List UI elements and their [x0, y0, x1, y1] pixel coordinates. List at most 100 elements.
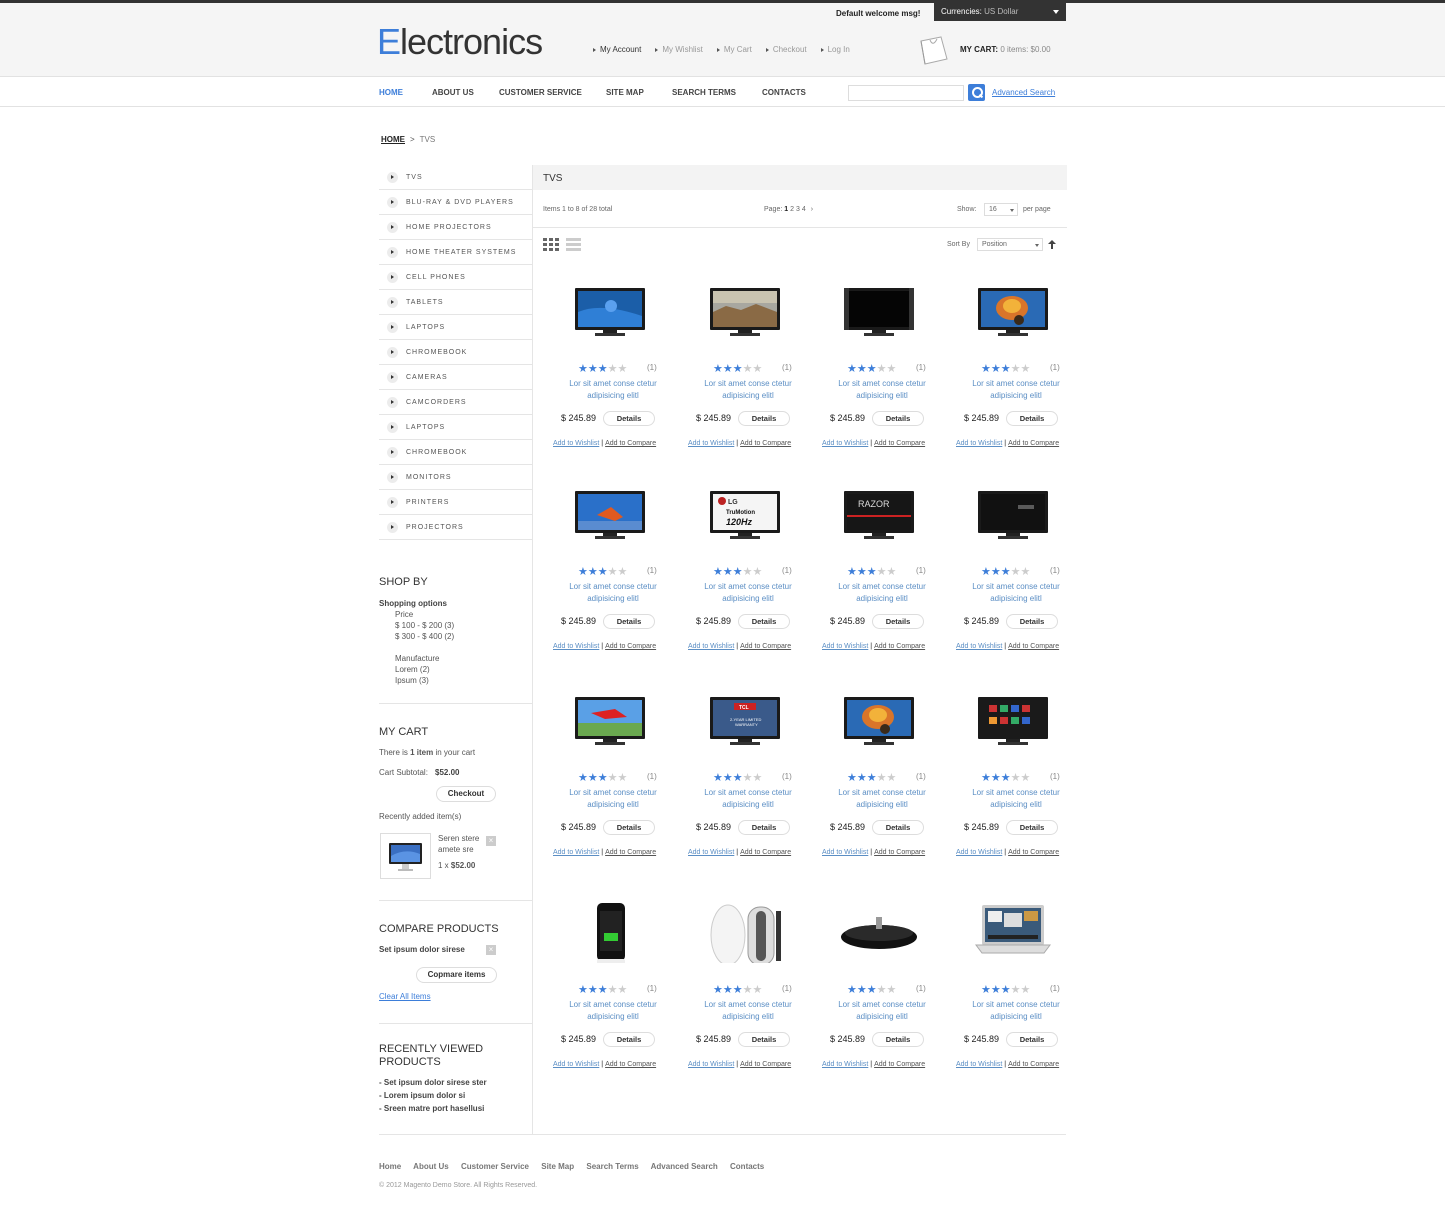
details-button[interactable]: Details: [603, 614, 655, 629]
product-card[interactable]: ★★★★★ (1) Lor sit amet conse ctetur adipisi…: [674, 270, 808, 470]
remove-icon[interactable]: ×: [486, 836, 496, 846]
review-count[interactable]: (1): [1050, 566, 1060, 575]
product-name[interactable]: Lor sit amet conse ctetur adipisicing eli…: [950, 787, 1082, 811]
category-item[interactable]: CHROMEBOOK: [379, 440, 532, 465]
remove-icon[interactable]: ×: [486, 945, 496, 955]
add-to-wishlist-link[interactable]: Add to Wishlist: [822, 1061, 868, 1068]
details-button[interactable]: Details: [738, 820, 790, 835]
product-card[interactable]: ★★★★★ (1) Lor sit amet conse ctetur adipisi…: [539, 473, 673, 673]
review-count[interactable]: (1): [916, 363, 926, 372]
details-button[interactable]: Details: [738, 1032, 790, 1047]
footer-link-site-map[interactable]: Site Map: [541, 1162, 574, 1171]
product-image[interactable]: [706, 282, 784, 342]
product-card[interactable]: ★★★★★ (1) Lor sit amet conse ctetur adipisi…: [539, 270, 673, 470]
compare-items-button[interactable]: Copmare items: [416, 967, 497, 983]
product-name[interactable]: Lor sit amet conse ctetur adipisicing eli…: [547, 378, 679, 402]
add-to-wishlist-link[interactable]: Add to Wishlist: [688, 849, 734, 856]
review-count[interactable]: (1): [782, 984, 792, 993]
add-to-wishlist-link[interactable]: Add to Wishlist: [956, 1061, 1002, 1068]
add-to-wishlist-link[interactable]: Add to Wishlist: [688, 1061, 734, 1068]
product-card[interactable]: ★★★★★ (1) Lor sit amet conse ctetur adipisi…: [808, 891, 942, 1091]
review-count[interactable]: (1): [647, 772, 657, 781]
list-view-icon[interactable]: [566, 238, 581, 251]
product-image[interactable]: [571, 903, 649, 963]
product-image[interactable]: [840, 691, 918, 751]
details-button[interactable]: Details: [603, 820, 655, 835]
add-to-compare-link[interactable]: Add to Compare: [605, 849, 656, 856]
review-count[interactable]: (1): [916, 566, 926, 575]
add-to-wishlist-link[interactable]: Add to Wishlist: [956, 440, 1002, 447]
up-arrow-icon[interactable]: [1048, 240, 1056, 249]
recent-item[interactable]: - Set ipsum dolor sirese ster: [379, 1078, 487, 1087]
add-to-compare-link[interactable]: Add to Compare: [740, 849, 791, 856]
link-log-in[interactable]: Log In: [820, 45, 850, 54]
search-button[interactable]: [968, 84, 985, 101]
details-button[interactable]: Details: [1006, 614, 1058, 629]
review-count[interactable]: (1): [782, 363, 792, 372]
details-button[interactable]: Details: [738, 411, 790, 426]
product-card[interactable]: ★★★★★ (1) Lor sit amet conse ctetur adipisi…: [808, 270, 942, 470]
review-count[interactable]: (1): [1050, 984, 1060, 993]
page-next-icon[interactable]: ›: [811, 206, 813, 213]
logo[interactable]: Electronics: [377, 21, 543, 63]
product-card[interactable]: ★★★★★ (1) Lor sit amet conse ctetur adipisi…: [539, 679, 673, 879]
nav-customer-service[interactable]: CUSTOMER SERVICE: [499, 88, 582, 97]
page-link[interactable]: 4: [802, 206, 806, 213]
page-link[interactable]: 3: [796, 206, 800, 213]
link-checkout[interactable]: Checkout: [765, 45, 807, 54]
category-item[interactable]: LAPTOPS: [379, 415, 532, 440]
details-button[interactable]: Details: [603, 411, 655, 426]
footer-link-contacts[interactable]: Contacts: [730, 1162, 764, 1171]
footer-link-about-us[interactable]: About Us: [413, 1162, 449, 1171]
category-item[interactable]: LAPTOPS: [379, 315, 532, 340]
category-item[interactable]: CHROMEBOOK: [379, 340, 532, 365]
details-button[interactable]: Details: [872, 411, 924, 426]
product-name[interactable]: Lor sit amet conse ctetur adipisicing eli…: [547, 787, 679, 811]
product-image[interactable]: LG TruMotion120Hz: [706, 485, 784, 545]
product-name[interactable]: Lor sit amet conse ctetur adipisicing eli…: [682, 378, 814, 402]
add-to-compare-link[interactable]: Add to Compare: [740, 440, 791, 447]
add-to-wishlist-link[interactable]: Add to Wishlist: [553, 849, 599, 856]
add-to-wishlist-link[interactable]: Add to Wishlist: [822, 849, 868, 856]
review-count[interactable]: (1): [647, 984, 657, 993]
advanced-search-link[interactable]: Advanced Search: [992, 88, 1055, 97]
category-item[interactable]: HOME PROJECTORS: [379, 215, 532, 240]
add-to-wishlist-link[interactable]: Add to Wishlist: [688, 643, 734, 650]
category-item[interactable]: MONITORS: [379, 465, 532, 490]
nav-site-map[interactable]: SITE MAP: [606, 88, 644, 97]
review-count[interactable]: (1): [782, 772, 792, 781]
product-image[interactable]: [840, 903, 918, 963]
manufacture-option[interactable]: Lorem (2): [395, 665, 430, 674]
category-item[interactable]: TABLETS: [379, 290, 532, 315]
add-to-compare-link[interactable]: Add to Compare: [874, 1061, 925, 1068]
add-to-wishlist-link[interactable]: Add to Wishlist: [553, 1061, 599, 1068]
review-count[interactable]: (1): [782, 566, 792, 575]
recent-item[interactable]: - Lorem ipsum dolor si: [379, 1091, 465, 1100]
review-count[interactable]: (1): [647, 363, 657, 372]
add-to-compare-link[interactable]: Add to Compare: [874, 643, 925, 650]
details-button[interactable]: Details: [872, 1032, 924, 1047]
category-item[interactable]: PRINTERS: [379, 490, 532, 515]
add-to-wishlist-link[interactable]: Add to Wishlist: [956, 643, 1002, 650]
product-card[interactable]: ★★★★★ (1) Lor sit amet conse ctetur adipisi…: [942, 473, 1076, 673]
nav-about-us[interactable]: ABOUT US: [432, 88, 474, 97]
show-per-page-select[interactable]: 16: [984, 203, 1018, 216]
product-card[interactable]: RAZOR ★★★★★ (1) Lor sit amet conse ctetur a…: [808, 473, 942, 673]
product-image[interactable]: [974, 282, 1052, 342]
add-to-compare-link[interactable]: Add to Compare: [740, 643, 791, 650]
add-to-compare-link[interactable]: Add to Compare: [740, 1061, 791, 1068]
cart-item-name[interactable]: amete sre: [438, 845, 474, 854]
product-name[interactable]: Lor sit amet conse ctetur adipisicing eli…: [682, 787, 814, 811]
link-my-wishlist[interactable]: My Wishlist: [655, 45, 703, 54]
footer-link-advanced-search[interactable]: Advanced Search: [651, 1162, 718, 1171]
add-to-wishlist-link[interactable]: Add to Wishlist: [956, 849, 1002, 856]
product-card[interactable]: LG TruMotion 120Hz ★★★★★ (1) Lor sit amet co…: [674, 473, 808, 673]
mini-cart[interactable]: MY CART: 0 items: $0.00: [960, 45, 1051, 54]
manufacture-option[interactable]: Ipsum (3): [395, 676, 429, 685]
review-count[interactable]: (1): [647, 566, 657, 575]
add-to-compare-link[interactable]: Add to Compare: [1008, 1061, 1059, 1068]
price-option[interactable]: $ 100 - $ 200 (3): [395, 621, 454, 630]
add-to-wishlist-link[interactable]: Add to Wishlist: [822, 643, 868, 650]
product-card[interactable]: ★★★★★ (1) Lor sit amet conse ctetur adipisi…: [942, 891, 1076, 1091]
add-to-wishlist-link[interactable]: Add to Wishlist: [553, 440, 599, 447]
